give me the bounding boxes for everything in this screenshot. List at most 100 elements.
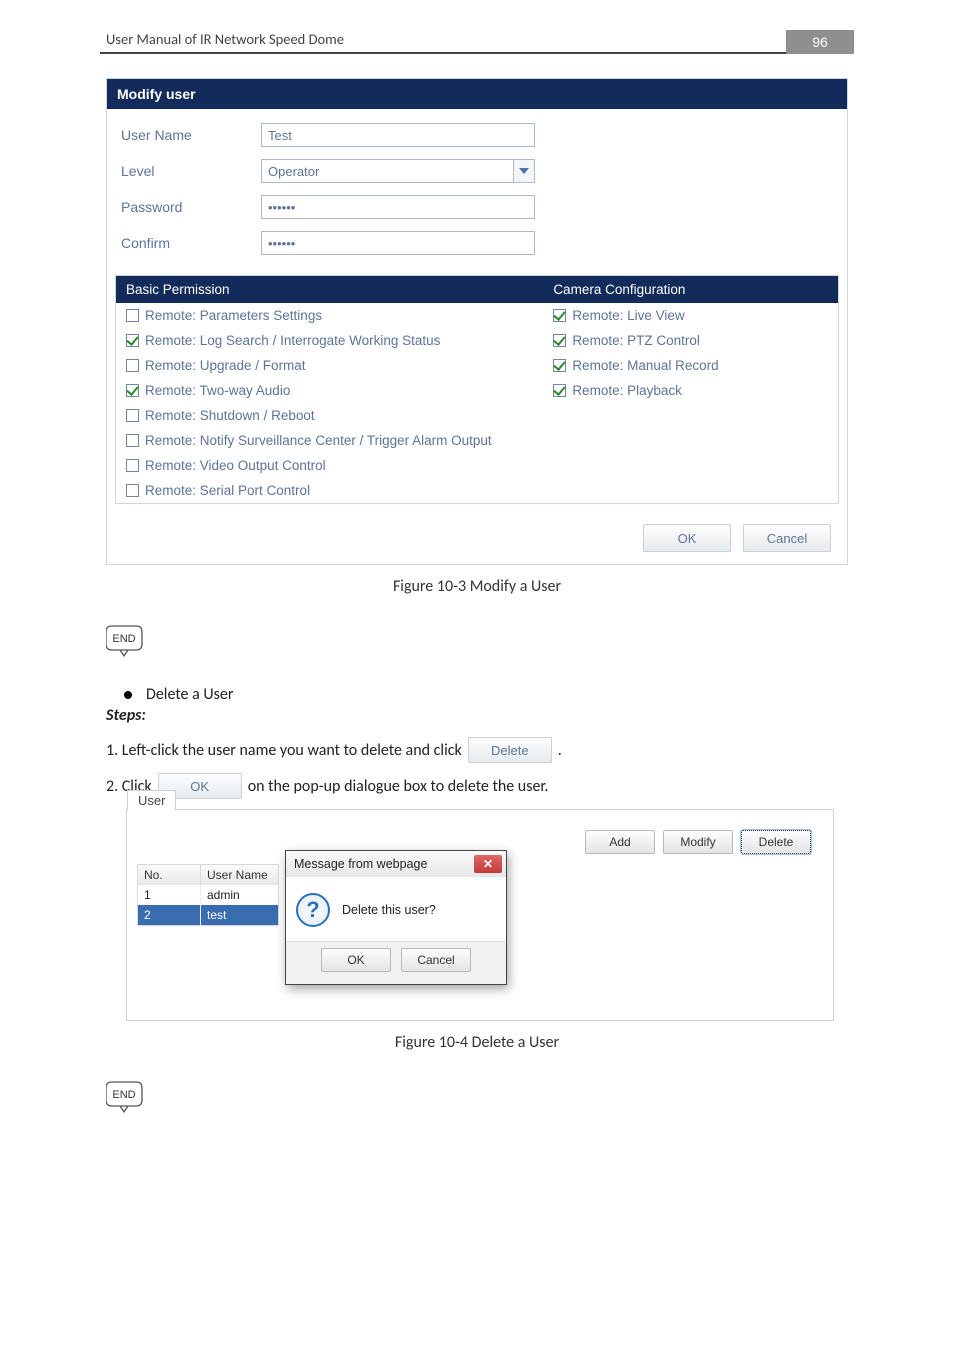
cell-username: admin <box>201 885 278 905</box>
dialog-ok-button[interactable]: OK <box>321 948 391 972</box>
perm-left-item[interactable]: Remote: Shutdown / Reboot <box>116 403 543 428</box>
password-label: Password <box>121 199 261 215</box>
level-value: Operator <box>262 164 513 179</box>
password-input[interactable] <box>261 195 535 219</box>
step-1: 1. Left-click the user name you want to … <box>106 737 854 763</box>
basic-permission-head: Basic Permission <box>116 276 543 303</box>
level-label: Level <box>121 163 261 179</box>
modify-button[interactable]: Modify <box>663 830 733 854</box>
end-icon: END <box>106 1078 146 1114</box>
panel-title: Modify user <box>107 79 847 109</box>
modify-user-panel: Modify user User Name Level Operator Pas… <box>106 78 848 565</box>
col-no: No. <box>138 865 201 885</box>
steps-title: Steps: <box>106 706 854 725</box>
step-2-text-c: on the pop-up dialogue box to delete the… <box>248 777 549 796</box>
checkbox[interactable] <box>126 434 139 447</box>
perm-label: Remote: Shutdown / Reboot <box>145 408 315 423</box>
delete-user-heading: Delete a User <box>124 685 854 704</box>
dialog-title-bar: Message from webpage ✕ <box>286 851 506 877</box>
close-icon[interactable]: ✕ <box>474 855 502 873</box>
checkbox[interactable] <box>126 384 139 397</box>
perm-left-item[interactable]: Remote: Parameters Settings <box>116 303 543 328</box>
perm-left-item[interactable]: Remote: Log Search / Interrogate Working… <box>116 328 543 353</box>
checkbox[interactable] <box>126 359 139 372</box>
perm-left-item[interactable]: Remote: Notify Surveillance Center / Tri… <box>116 428 543 453</box>
username-label: User Name <box>121 127 261 143</box>
perm-label: Remote: Notify Surveillance Center / Tri… <box>145 433 492 448</box>
chevron-down-icon[interactable] <box>513 160 534 182</box>
user-tab[interactable]: User <box>127 790 176 811</box>
basic-permission-col: Basic Permission Remote: Parameters Sett… <box>116 276 543 503</box>
add-button[interactable]: Add <box>585 830 655 854</box>
checkbox[interactable] <box>553 334 566 347</box>
perm-label: Remote: Playback <box>572 383 682 398</box>
checkbox[interactable] <box>126 409 139 422</box>
perm-label: Remote: Parameters Settings <box>145 308 322 323</box>
permissions-table: Basic Permission Remote: Parameters Sett… <box>115 275 839 504</box>
perm-label: Remote: PTZ Control <box>572 333 700 348</box>
perm-label: Remote: Two-way Audio <box>145 383 290 398</box>
ok-button[interactable]: OK <box>643 524 731 552</box>
checkbox[interactable] <box>553 309 566 322</box>
delete-user-title: Delete a User <box>146 685 233 704</box>
user-table-head: No. User Name <box>138 865 278 885</box>
perm-left-item[interactable]: Remote: Serial Port Control <box>116 478 543 503</box>
perm-label: Remote: Log Search / Interrogate Working… <box>145 333 440 348</box>
confirm-dialog: Message from webpage ✕ ? Delete this use… <box>285 850 507 985</box>
dialog-body: ? Delete this user? <box>286 877 506 941</box>
cell-no: 2 <box>138 905 201 925</box>
camera-config-head: Camera Configuration <box>543 276 838 303</box>
perm-left-item[interactable]: Remote: Video Output Control <box>116 453 543 478</box>
perm-right-item[interactable]: Remote: PTZ Control <box>543 328 838 353</box>
perm-label: Remote: Serial Port Control <box>145 483 310 498</box>
cell-no: 1 <box>138 885 201 905</box>
delete-button-inline[interactable]: Delete <box>468 737 552 763</box>
page-number: 96 <box>786 30 854 54</box>
checkbox[interactable] <box>126 484 139 497</box>
dialog-text: Delete this user? <box>342 903 436 917</box>
perm-left-item[interactable]: Remote: Upgrade / Format <box>116 353 543 378</box>
confirm-label: Confirm <box>121 235 261 251</box>
form-area: User Name Level Operator Password Confir… <box>107 109 847 269</box>
doc-title: User Manual of IR Network Speed Dome <box>106 30 344 48</box>
step-1-text-c: . <box>558 741 562 760</box>
step-2: 2. Click OK on the pop-up dialogue box t… <box>106 773 854 799</box>
perm-right-item[interactable]: Remote: Playback <box>543 378 838 403</box>
bullet-icon <box>124 691 132 699</box>
doc-header: User Manual of IR Network Speed Dome <box>100 30 854 52</box>
table-row[interactable]: 2test <box>138 905 278 925</box>
dialog-title: Message from webpage <box>294 857 427 871</box>
perm-label: Remote: Manual Record <box>572 358 718 373</box>
perm-right-item[interactable]: Remote: Live View <box>543 303 838 328</box>
checkbox[interactable] <box>126 459 139 472</box>
checkbox[interactable] <box>553 359 566 372</box>
perm-label: Remote: Live View <box>572 308 684 323</box>
table-row[interactable]: 1admin <box>138 885 278 905</box>
dialog-cancel-button[interactable]: Cancel <box>401 948 471 972</box>
checkbox[interactable] <box>553 384 566 397</box>
delete-button[interactable]: Delete <box>741 830 811 854</box>
svg-text:END: END <box>112 1089 135 1101</box>
checkbox[interactable] <box>126 334 139 347</box>
confirm-input[interactable] <box>261 231 535 255</box>
perm-label: Remote: Video Output Control <box>145 458 326 473</box>
figure-10-3-caption: Figure 10-3 Modify a User <box>100 577 854 596</box>
checkbox[interactable] <box>126 309 139 322</box>
level-select[interactable]: Operator <box>261 159 535 183</box>
question-icon: ? <box>296 893 330 927</box>
panel-footer: OK Cancel <box>107 514 847 564</box>
cell-username: test <box>201 905 278 925</box>
user-table: No. User Name 1admin2test <box>137 864 279 926</box>
user-panel: User Add Modify Delete No. User Name 1ad… <box>126 809 834 1021</box>
dialog-footer: OK Cancel <box>286 941 506 984</box>
perm-label: Remote: Upgrade / Format <box>145 358 306 373</box>
cancel-button[interactable]: Cancel <box>743 524 831 552</box>
end-icon: END <box>106 622 146 658</box>
col-username: User Name <box>201 865 278 885</box>
username-input[interactable] <box>261 123 535 147</box>
perm-left-item[interactable]: Remote: Two-way Audio <box>116 378 543 403</box>
figure-10-4-caption: Figure 10-4 Delete a User <box>100 1033 854 1052</box>
step-1-text-a: 1. Left-click the user name you want to … <box>106 741 462 760</box>
perm-right-item[interactable]: Remote: Manual Record <box>543 353 838 378</box>
user-panel-buttons: Add Modify Delete <box>585 830 811 854</box>
